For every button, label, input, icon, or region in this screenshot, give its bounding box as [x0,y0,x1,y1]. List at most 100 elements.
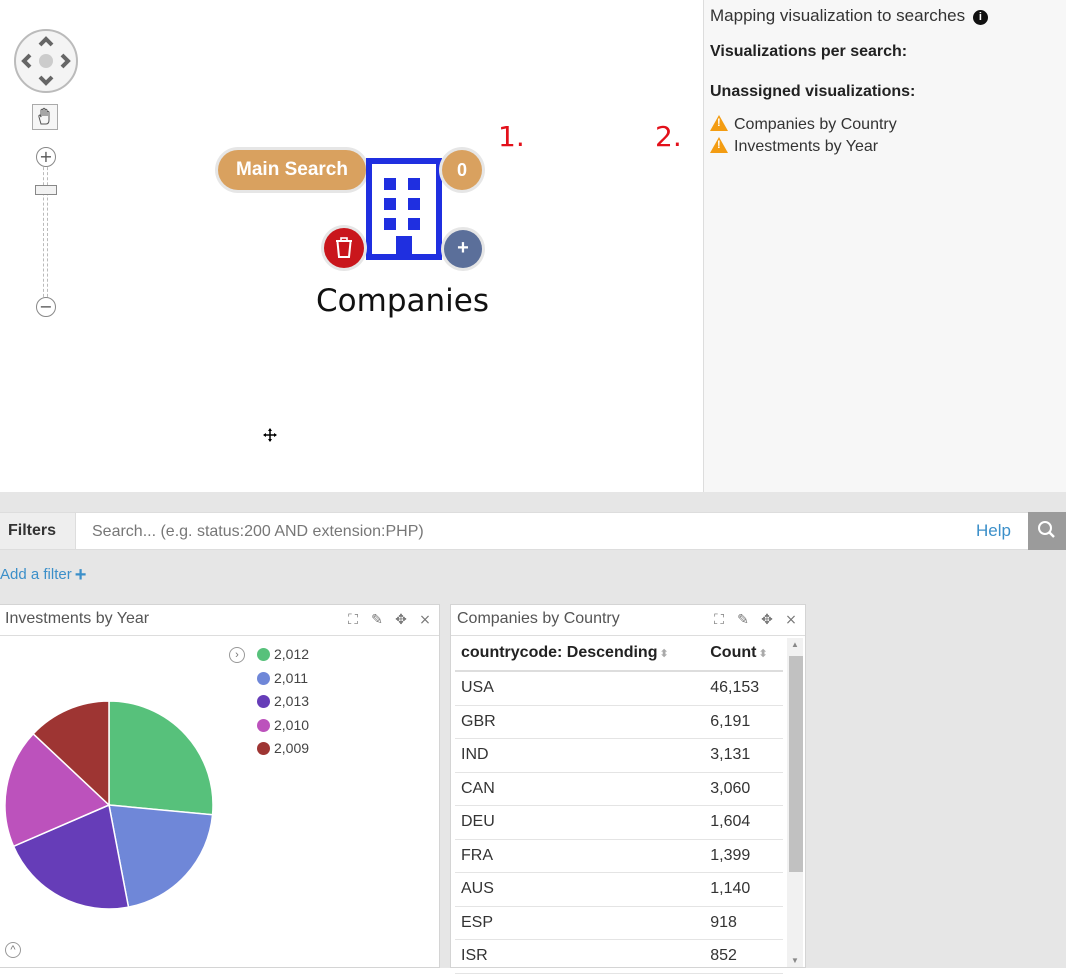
panel-header: Companies by Country ⛶ ✎ ✥ × [451,605,805,636]
scroll-down-icon[interactable]: ▼ [791,956,799,965]
count-cell: 3,060 [704,772,783,806]
close-icon[interactable]: × [781,606,801,634]
column-header[interactable]: Count ⬍ [704,636,783,672]
country-cell: DEU [455,805,705,840]
country-cell: ESP [455,906,705,940]
country-cell: AUS [455,872,705,907]
mapping-panel: Mapping visualization to searches i Visu… [703,0,1066,492]
filters-label: Filters [0,513,76,549]
count-badge[interactable]: 0 [442,150,482,190]
mapping-title-text: Mapping visualization to searches [710,6,966,25]
info-icon[interactable]: i [972,10,988,25]
country-cell: FRA [455,839,705,873]
country-cell: GBR [455,705,705,739]
sort-icon: ⬍ [659,648,669,660]
table-scrollbar[interactable]: ▲ ▼ [787,638,803,967]
legend-swatch [257,648,270,661]
count-cell: 6,191 [704,705,783,739]
add-filter-label: Add a filter [0,566,72,583]
legend-label: 2,009 [274,740,310,756]
pie-slice-2012[interactable] [108,700,214,816]
edit-icon[interactable]: ✎ [733,606,753,634]
dashboard-area: Filters Help Add a filter+ Investments b… [0,492,1066,974]
countries-table: countrycode: Descending ⬍ Count ⬍ USA 46,15… [455,636,783,974]
per-search-heading: Visualizations per search: [710,43,908,60]
move-icon[interactable]: ✥ [757,606,777,634]
move-icon[interactable]: ✥ [391,606,411,634]
search-button[interactable] [1028,512,1066,550]
pan-arrows-icon [21,36,71,86]
table-row[interactable]: AUS 1,140 [455,872,783,907]
help-link[interactable]: Help [976,513,1011,549]
hand-tool-button[interactable] [32,104,58,130]
add-filter-link[interactable]: Add a filter + [0,564,86,587]
panel-title: Companies by Country [457,610,620,627]
countries-panel: Companies by Country ⛶ ✎ ✥ × countrycode: D… [450,604,806,974]
mapping-title: Mapping visualization to searches i [710,6,988,26]
legend-item[interactable]: 2,009 [257,737,309,761]
table-row[interactable]: ESP 918 [455,906,783,940]
close-icon[interactable]: × [415,606,435,634]
graph-canvas[interactable]: + − Main Search 0 + Companies 1. 2. [0,0,703,492]
fullscreen-icon[interactable]: ⛶ [343,606,363,634]
building-icon[interactable] [366,158,442,267]
count-cell: 1,399 [704,839,783,873]
panel-tools: ⛶ ✎ ✥ × [705,605,801,633]
legend-label: 2,013 [274,693,310,709]
trash-icon [336,237,352,258]
node-label: Companies [316,283,489,319]
unassigned-item[interactable]: Investments by Year [710,137,878,156]
collapse-icon[interactable]: ^ [5,942,21,958]
search-icon [1038,521,1055,538]
legend-toggle-icon[interactable]: › [229,647,245,663]
search-badge[interactable]: Main Search [218,150,366,190]
fullscreen-icon[interactable]: ⛶ [709,606,729,634]
warning-icon [710,137,728,153]
table-row[interactable]: USA 46,153 [455,671,783,706]
table-row[interactable]: CAN 3,060 [455,772,783,806]
zoom-out-button[interactable]: − [36,297,56,317]
table-row[interactable]: GBR 6,191 [455,705,783,739]
table-row[interactable]: FRA 1,399 [455,839,783,873]
warning-icon [710,115,728,131]
legend-item[interactable]: 2,012 [257,643,309,667]
panel-title: Investments by Year [5,610,150,627]
legend-label: 2,012 [274,646,310,662]
panel-tools: ⛶ ✎ ✥ × [339,605,435,633]
pie-chart [4,700,214,910]
zoom-track[interactable] [43,162,48,302]
legend-item[interactable]: 2,010 [257,714,309,738]
move-cursor-icon [263,428,277,442]
legend-item[interactable]: 2,011 [257,667,309,691]
legend-label: 2,011 [274,669,308,686]
plus-icon: + [74,564,87,586]
legend-swatch [257,671,270,685]
hand-icon [38,107,50,125]
count-cell: 918 [704,906,783,940]
zoom-in-button[interactable]: + [36,147,56,167]
delete-node-button[interactable] [324,228,364,268]
country-cell: USA [455,671,705,706]
pan-control[interactable] [14,29,78,93]
sort-icon: ⬍ [758,648,768,660]
unassigned-item[interactable]: Companies by Country [710,115,897,134]
unassigned-heading: Unassigned visualizations: [710,83,916,100]
column-header[interactable]: countrycode: Descending ⬍ [455,636,705,672]
unassigned-item-label: Companies by Country [734,116,897,133]
legend-item[interactable]: 2,013 [257,690,309,714]
edit-icon[interactable]: ✎ [367,606,387,634]
count-cell: 46,153 [704,671,783,706]
search-input[interactable] [78,513,974,551]
annotation-2: 2. [655,120,682,153]
scroll-up-icon[interactable]: ▲ [791,640,799,649]
count-cell: 3,131 [704,738,783,773]
zoom-slider-thumb[interactable] [35,185,57,195]
column-header-label: Count [710,644,757,661]
scrollbar-thumb[interactable] [789,656,803,872]
expand-node-button[interactable]: + [444,230,482,268]
legend-swatch [257,742,270,755]
table-row[interactable]: IND 3,131 [455,738,783,773]
table-row[interactable]: DEU 1,604 [455,805,783,840]
legend-swatch [257,695,270,708]
annotation-1: 1. [498,120,525,153]
